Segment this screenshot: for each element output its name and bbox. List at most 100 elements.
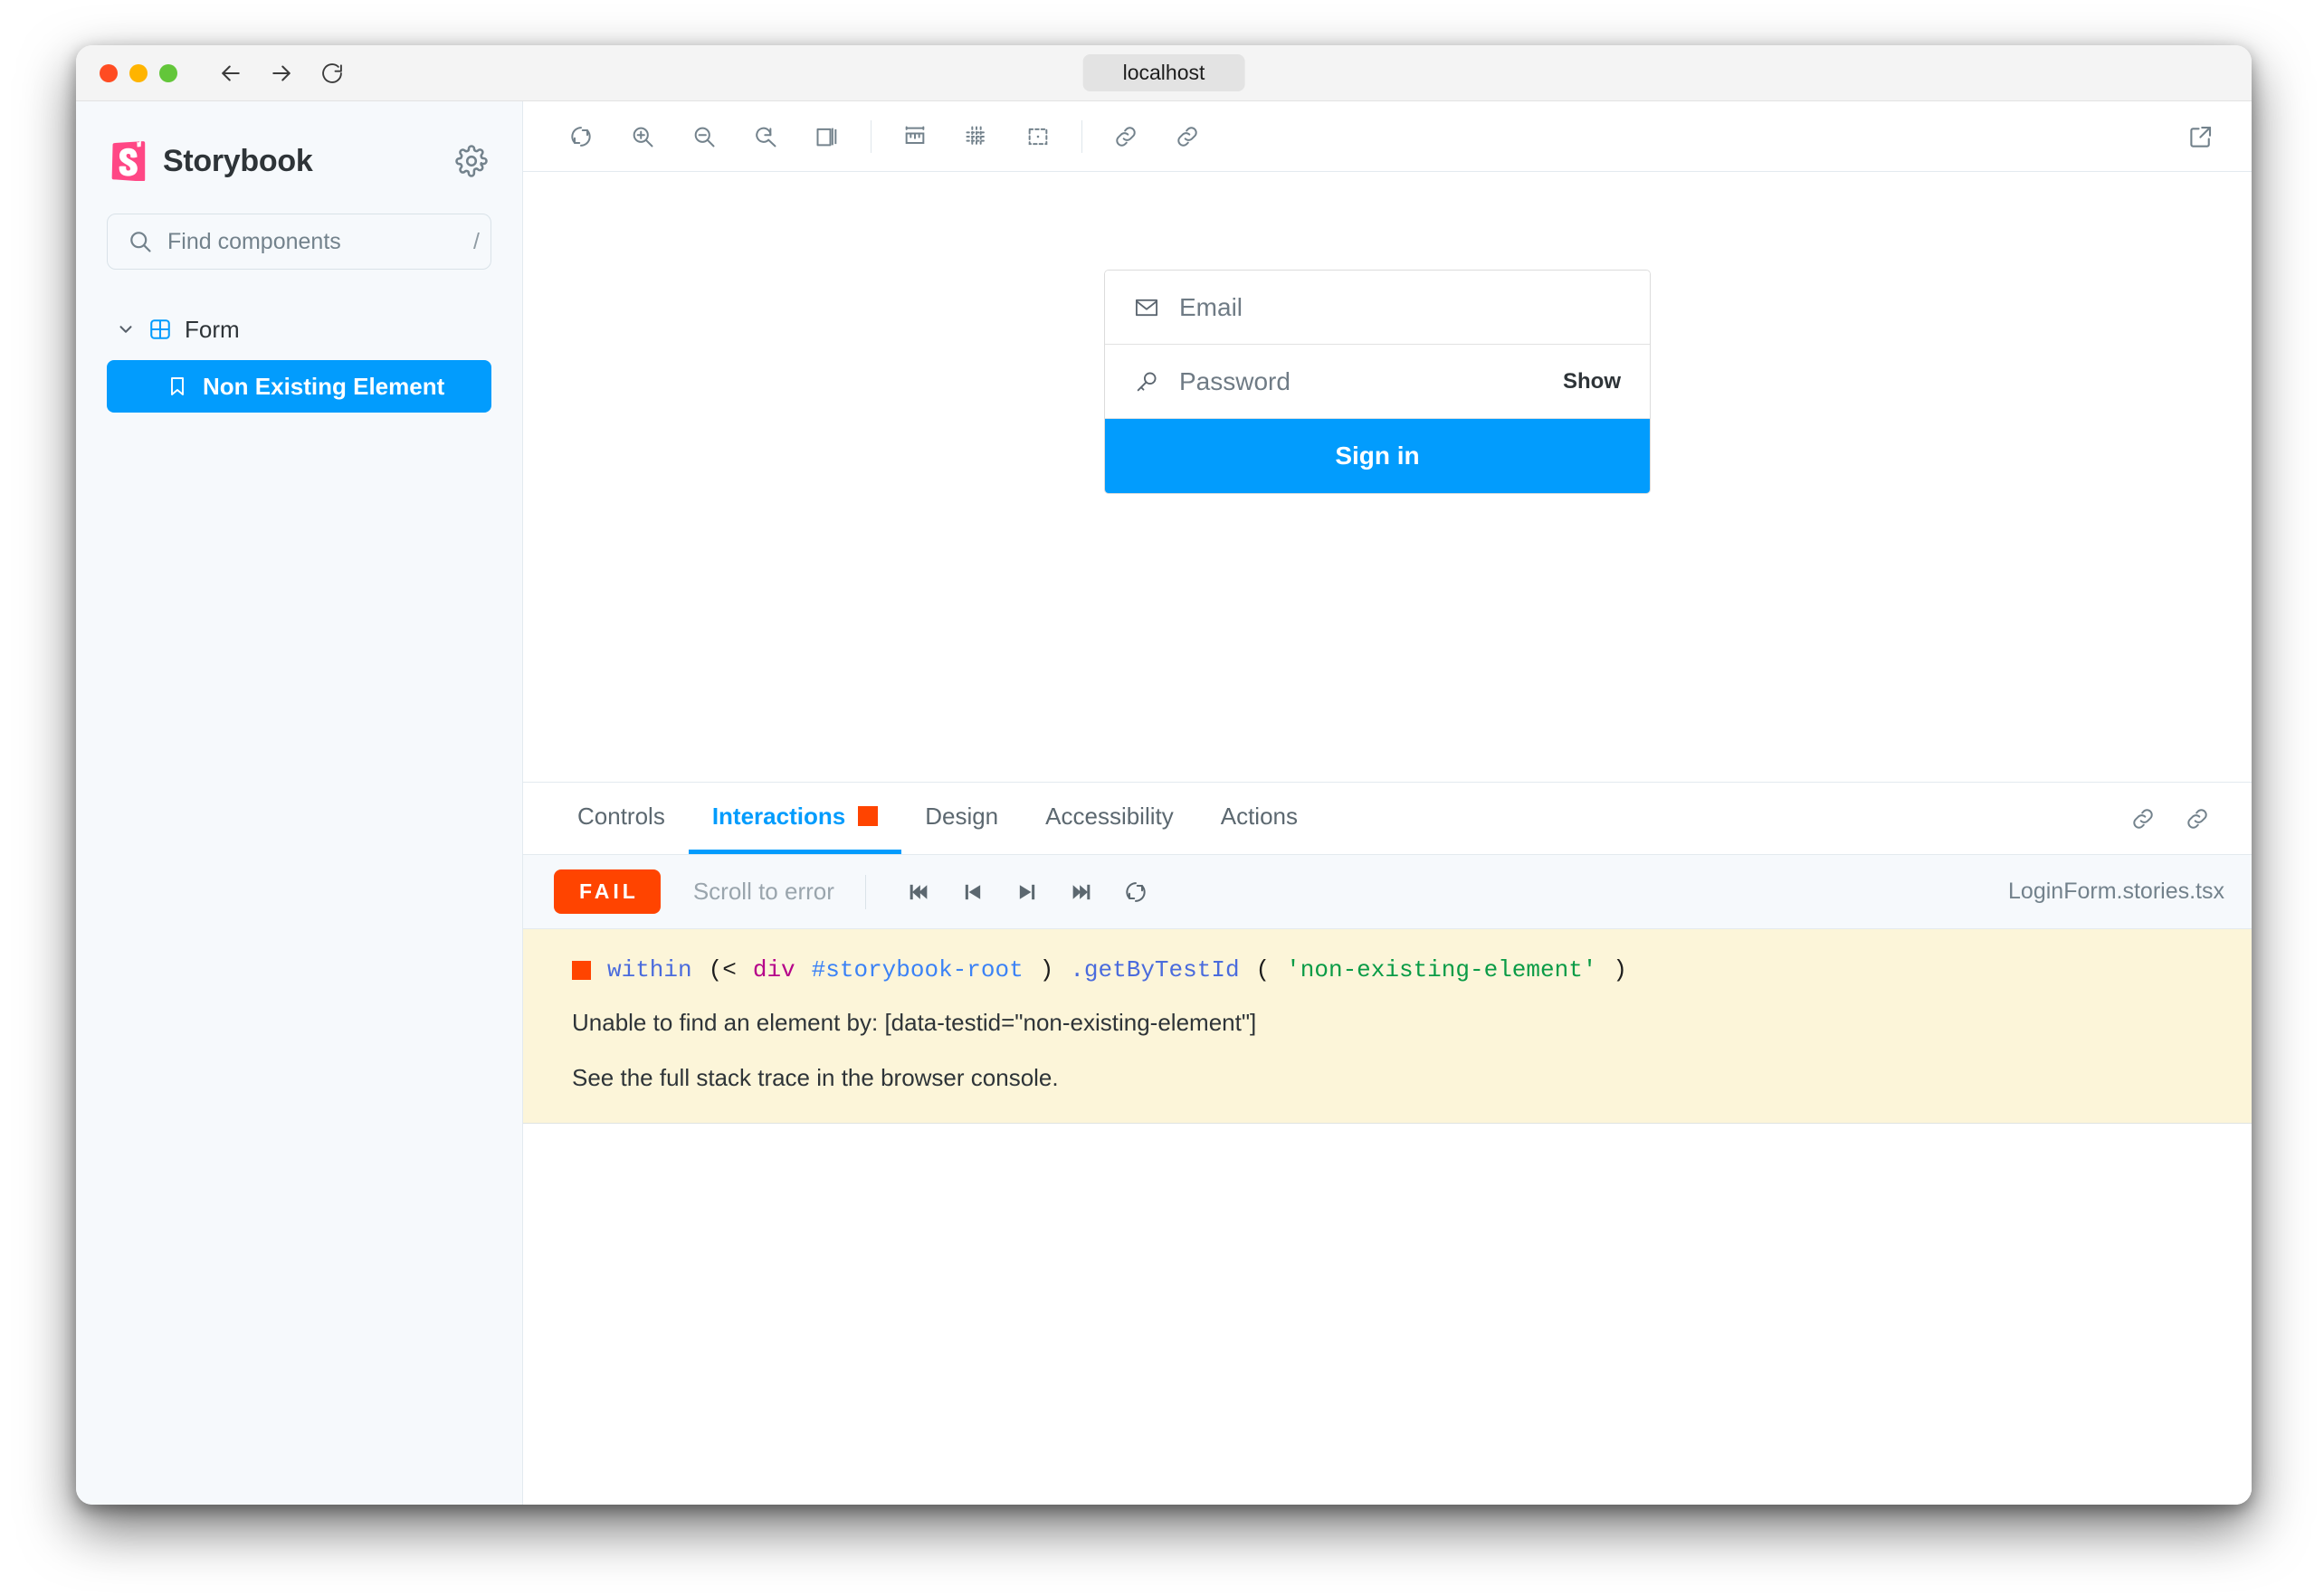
browser-window: localhost Storybook Find components / Fo… <box>76 45 2252 1505</box>
sidebar: Storybook / <box>76 101 523 1505</box>
remount-button[interactable] <box>557 113 605 160</box>
status-badge <box>858 806 879 826</box>
component-tree: Form Non Existing Element <box>107 306 491 413</box>
gear-icon[interactable] <box>455 145 488 177</box>
copy-link-button[interactable] <box>1102 113 1149 160</box>
search-shortcut-hint: / <box>473 228 480 254</box>
link-icon <box>2187 808 2207 829</box>
call-argument: 'non-existing-element' <box>1286 956 1597 983</box>
toolbar-separator <box>871 119 872 153</box>
preview-toolbar-zoom-group <box>557 113 851 160</box>
error-square-icon <box>572 960 591 980</box>
search-box[interactable]: / <box>107 214 491 270</box>
tab-bar-spacer <box>1321 783 2116 854</box>
background-button[interactable] <box>804 113 851 160</box>
bookmark-icon <box>167 375 188 397</box>
outline-button[interactable] <box>1014 113 1062 160</box>
reload-icon[interactable] <box>319 60 346 87</box>
login-form: Show Sign in <box>1104 270 1651 494</box>
call-method-name: .getByTestId <box>1070 956 1240 983</box>
call-element-tag: div <box>752 956 795 983</box>
tab-label: Controls <box>577 802 665 830</box>
call-arg-close: ) <box>1613 956 1628 983</box>
brand-name: Storybook <box>163 143 313 178</box>
tab-label: Actions <box>1220 802 1298 830</box>
share-link-button[interactable] <box>1164 113 1211 160</box>
tab-actions[interactable]: Actions <box>1197 783 1321 854</box>
external-link-icon[interactable] <box>2177 113 2224 160</box>
measure-button[interactable] <box>891 113 938 160</box>
storybook-brand[interactable]: Storybook <box>110 141 313 181</box>
interaction-error-block: within (< div #storybook-root) .getByTestId (… <box>523 929 2252 1124</box>
error-hint: See the full stack trace in the browser … <box>572 1064 1059 1091</box>
step-forward-button[interactable] <box>1005 870 1049 914</box>
addon-tab-bar: Controls Interactions Design Accessibili… <box>523 783 2252 855</box>
tab-interactions[interactable]: Interactions <box>688 783 902 854</box>
sidebar-header: Storybook <box>107 101 491 181</box>
chevron-down-icon <box>116 319 136 339</box>
tab-design[interactable]: Design <box>901 783 1022 854</box>
interactions-toolbar: FAIL Scroll to error LoginForm.stories.t… <box>523 855 2252 929</box>
zoom-reset-button[interactable] <box>742 113 789 160</box>
zoom-in-button[interactable] <box>619 113 666 160</box>
preview-toolbar-tools-group <box>891 113 1062 160</box>
window-traffic-lights <box>100 63 177 82</box>
go-to-end-button[interactable] <box>1060 870 1103 914</box>
storybook-app: Storybook / <box>76 101 2252 1505</box>
search-input[interactable] <box>167 228 459 255</box>
tab-controls[interactable]: Controls <box>554 783 689 854</box>
preview-toolbar-link-group <box>1102 113 1211 160</box>
arrow-right-icon[interactable] <box>268 60 295 87</box>
toolbar-separator <box>1081 119 1082 153</box>
main-column: Show Sign in Controls Interactions <box>523 101 2252 1505</box>
tab-label: Design <box>925 802 999 830</box>
sidebar-item-non-existing-element[interactable]: Non Existing Element <box>107 360 491 413</box>
addons-panel: Controls Interactions Design Accessibili… <box>523 783 2252 1505</box>
minimize-window-button[interactable] <box>129 63 148 82</box>
call-element-selector: #storybook-root <box>811 956 1024 983</box>
copy-link-button[interactable] <box>2116 783 2170 854</box>
failed-interaction-call[interactable]: within (< div #storybook-root) .getByTestId (… <box>523 956 2252 983</box>
call-function-name: within <box>607 956 692 983</box>
share-link-button[interactable] <box>2170 783 2224 854</box>
grid-button[interactable] <box>953 113 1000 160</box>
browser-nav-buttons <box>217 60 346 87</box>
close-window-button[interactable] <box>100 63 118 82</box>
password-input[interactable] <box>1179 366 1543 396</box>
maximize-window-button[interactable] <box>159 63 177 82</box>
sidebar-group-form[interactable]: Form <box>107 306 491 353</box>
tab-label: Interactions <box>711 802 846 830</box>
tab-accessibility[interactable]: Accessibility <box>1022 783 1197 854</box>
rerun-button[interactable] <box>1114 870 1157 914</box>
call-arg-open: ( <box>1255 956 1271 983</box>
envelope-icon <box>1135 299 1158 316</box>
email-input[interactable] <box>1179 292 1621 322</box>
story-preview-canvas: Show Sign in <box>523 172 2252 783</box>
link-icon <box>2133 808 2153 829</box>
email-field-row[interactable] <box>1105 271 1650 345</box>
component-grid-icon <box>148 318 172 341</box>
preview-toolbar <box>523 101 2252 172</box>
status-badge-fail[interactable]: FAIL <box>554 869 661 914</box>
toolbar-separator <box>864 874 866 909</box>
error-message: Unable to find an element by: [data-test… <box>572 1009 1257 1036</box>
call-open-paren: (< <box>708 956 737 983</box>
show-password-button[interactable]: Show <box>1563 369 1621 394</box>
storybook-logo-icon <box>111 141 146 181</box>
story-file-name: LoginForm.stories.tsx <box>2008 879 2224 904</box>
call-close-paren: ) <box>1039 956 1054 983</box>
step-back-button[interactable] <box>951 870 995 914</box>
key-icon <box>1137 372 1157 391</box>
scroll-to-error-button[interactable]: Scroll to error <box>693 878 834 906</box>
password-field-row[interactable]: Show <box>1105 345 1650 419</box>
go-to-start-button[interactable] <box>897 870 940 914</box>
url-bar[interactable]: localhost <box>1082 53 1245 92</box>
sidebar-item-label: Non Existing Element <box>203 372 445 400</box>
search-icon <box>130 232 151 252</box>
arrow-left-icon[interactable] <box>217 60 244 87</box>
sidebar-group-label: Form <box>185 315 240 343</box>
tab-label: Accessibility <box>1045 802 1174 830</box>
browser-titlebar: localhost <box>76 45 2252 101</box>
sign-in-button[interactable]: Sign in <box>1105 419 1650 493</box>
zoom-out-button[interactable] <box>681 113 728 160</box>
